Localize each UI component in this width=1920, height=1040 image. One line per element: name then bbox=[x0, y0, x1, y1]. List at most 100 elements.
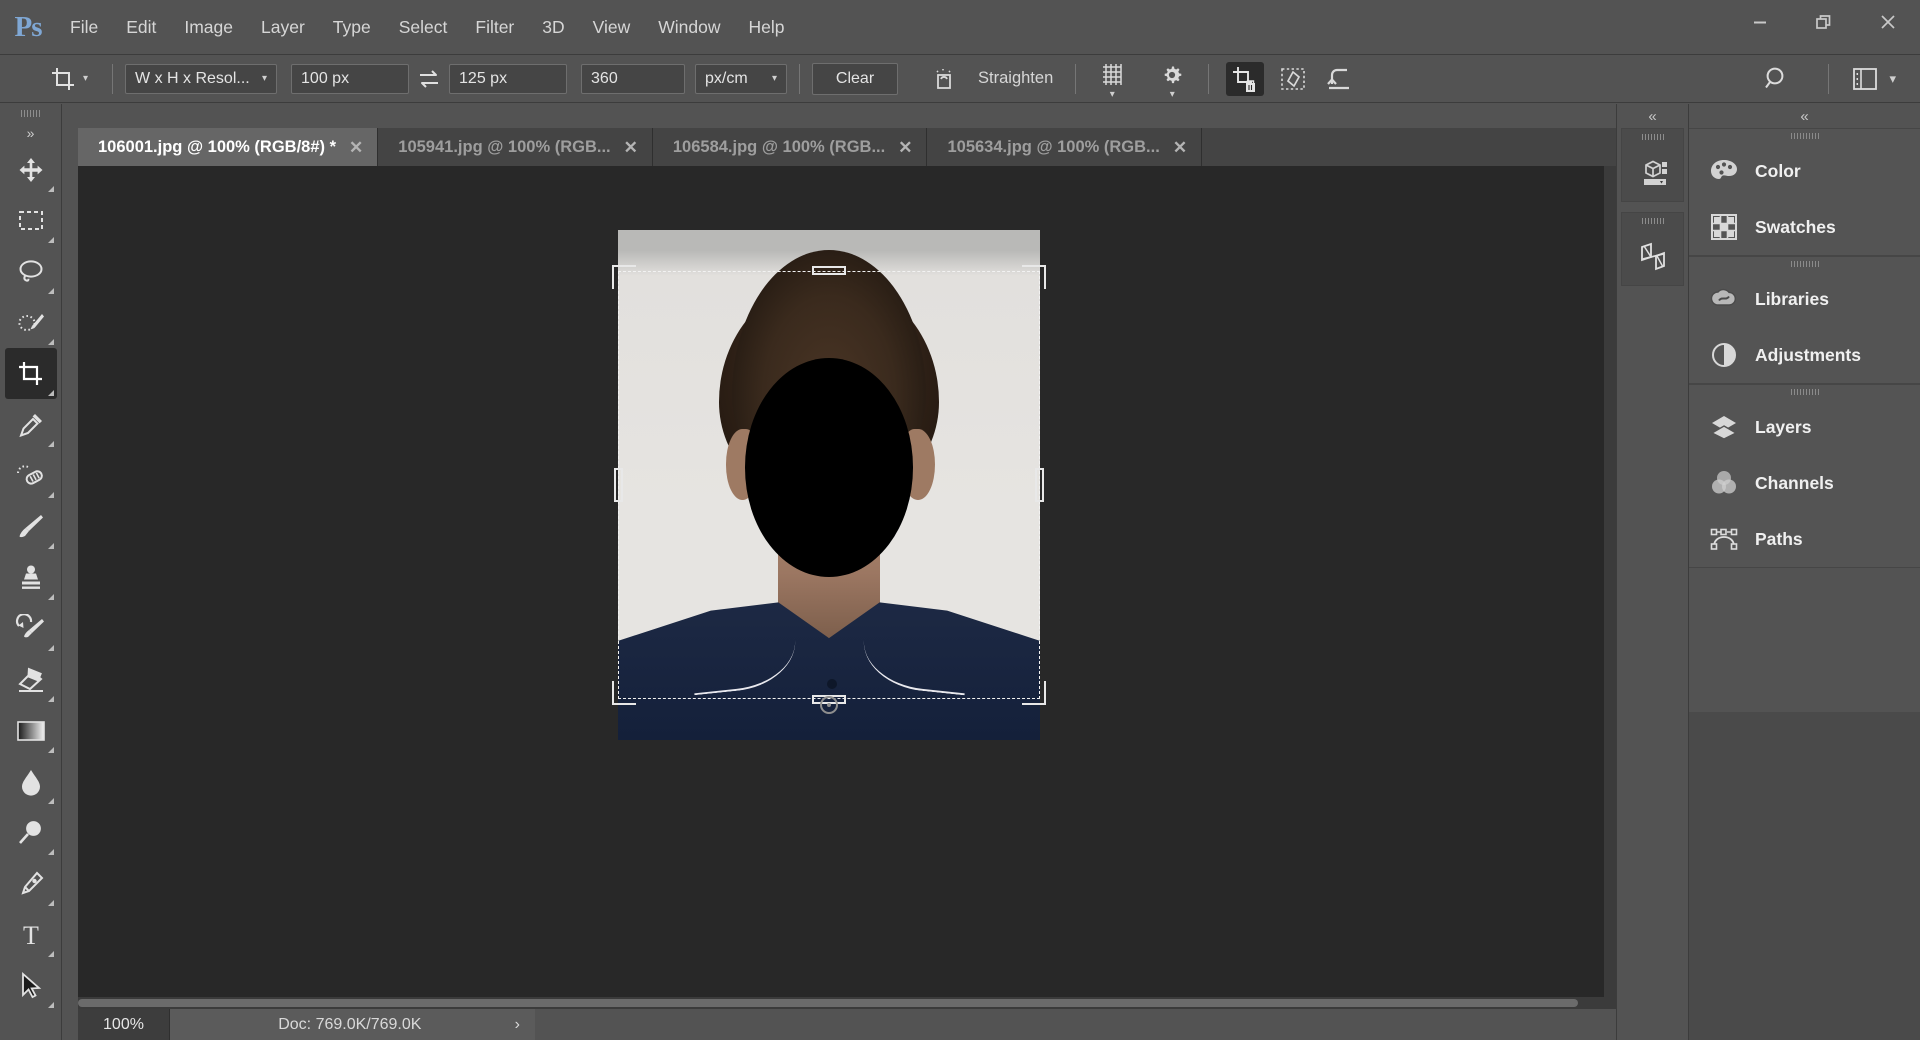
eyedropper-tool[interactable] bbox=[5, 399, 57, 450]
quick-selection-tool[interactable] bbox=[5, 297, 57, 348]
close-tab-icon[interactable]: ✕ bbox=[898, 139, 912, 156]
rail-collapse-button[interactable]: « bbox=[1617, 104, 1688, 128]
dock-grip[interactable] bbox=[1689, 385, 1920, 399]
paths-bezier-icon bbox=[1709, 524, 1739, 554]
close-tab-icon[interactable]: ✕ bbox=[624, 139, 638, 156]
active-tool-preset[interactable]: ▾ bbox=[50, 66, 100, 92]
status-expand-icon[interactable]: › bbox=[515, 1016, 520, 1034]
scrollbar-thumb[interactable] bbox=[78, 999, 1578, 1007]
panel-swatches[interactable]: Swatches bbox=[1689, 199, 1920, 255]
crop-tool[interactable] bbox=[4, 348, 57, 399]
crop-settings-button[interactable] bbox=[1153, 58, 1191, 92]
search-button[interactable] bbox=[1758, 62, 1796, 96]
document-tab[interactable]: 106001.jpg @ 100% (RGB/8#) * ✕ bbox=[78, 128, 379, 166]
document-tab-title: 105941.jpg @ 100% (RGB... bbox=[398, 137, 611, 156]
blur-tool[interactable] bbox=[5, 756, 57, 807]
crop-rotation-pivot[interactable] bbox=[820, 696, 838, 714]
crop-width-input[interactable]: 100 px bbox=[291, 63, 410, 94]
toolbar-grip[interactable] bbox=[0, 104, 61, 122]
panel-color[interactable]: Color bbox=[1689, 143, 1920, 199]
crop-handle-top-right[interactable] bbox=[1022, 264, 1046, 289]
workspace-switcher-button[interactable] bbox=[1846, 62, 1884, 96]
crop-height-input[interactable]: 125 px bbox=[449, 63, 568, 94]
dock-collapse-button[interactable]: « bbox=[1689, 104, 1920, 128]
document-image[interactable] bbox=[612, 230, 1046, 740]
gradient-tool[interactable] bbox=[5, 705, 57, 756]
tool-group-indicator bbox=[47, 339, 54, 345]
menu-layer[interactable]: Layer bbox=[247, 0, 319, 55]
clone-stamp-tool[interactable] bbox=[5, 552, 57, 603]
close-tab-icon[interactable]: ✕ bbox=[349, 139, 363, 156]
zoom-level-field[interactable]: 100% bbox=[78, 1009, 170, 1040]
healing-brush-tool[interactable] bbox=[5, 450, 57, 501]
expand-toolbar-icon[interactable]: » bbox=[0, 122, 61, 144]
crop-handle-middle-left[interactable] bbox=[614, 468, 623, 502]
menu-window[interactable]: Window bbox=[644, 0, 734, 55]
gradient-tool-icon bbox=[16, 720, 45, 741]
crop-handle-top-left[interactable] bbox=[612, 264, 636, 289]
menu-edit[interactable]: Edit bbox=[112, 0, 170, 55]
minimize-button[interactable] bbox=[1728, 0, 1792, 44]
move-tool-icon bbox=[19, 157, 42, 182]
quick-selection-tool-icon bbox=[17, 313, 44, 331]
document-info[interactable]: Doc: 769.0K/769.0K › bbox=[170, 1009, 535, 1040]
rail-grip[interactable] bbox=[1622, 129, 1683, 145]
menu-select[interactable]: Select bbox=[385, 0, 462, 55]
eraser-tool[interactable] bbox=[5, 654, 57, 705]
dock-grip[interactable] bbox=[1689, 129, 1920, 143]
menu-file[interactable]: File bbox=[56, 0, 112, 55]
dock-grip[interactable] bbox=[1689, 257, 1920, 271]
document-tab[interactable]: 105941.jpg @ 100% (RGB... ✕ bbox=[378, 128, 653, 166]
crop-settings-options[interactable]: ▾ bbox=[1148, 58, 1196, 100]
clear-crop-button[interactable]: Clear bbox=[812, 62, 899, 95]
panel-paths[interactable]: Paths bbox=[1689, 511, 1920, 567]
path-selection-tool[interactable] bbox=[5, 960, 57, 1011]
crop-overlay-grid-button[interactable] bbox=[1093, 58, 1131, 92]
straighten-button[interactable] bbox=[925, 62, 963, 96]
canvas-area[interactable] bbox=[78, 166, 1616, 1009]
menu-help[interactable]: Help bbox=[735, 0, 799, 55]
straighten-label[interactable]: Straighten bbox=[978, 69, 1053, 88]
horizontal-type-tool[interactable]: T bbox=[5, 909, 57, 960]
close-tab-icon[interactable]: ✕ bbox=[1173, 139, 1187, 156]
resolution-unit-select[interactable]: px/cm ▾ bbox=[695, 63, 788, 94]
crop-overlay-options[interactable]: ▾ bbox=[1088, 58, 1136, 100]
menu-filter[interactable]: Filter bbox=[461, 0, 528, 55]
pen-tool[interactable] bbox=[5, 858, 57, 909]
panel-channels[interactable]: Channels bbox=[1689, 455, 1920, 511]
close-button[interactable] bbox=[1856, 0, 1920, 44]
document-tab[interactable]: 105634.jpg @ 100% (RGB... ✕ bbox=[927, 128, 1203, 166]
type-tool-icon: T bbox=[23, 921, 39, 950]
document-tab-title: 106001.jpg @ 100% (RGB/8#) * bbox=[98, 137, 337, 156]
menu-3d[interactable]: 3D bbox=[528, 0, 578, 55]
delete-cropped-pixels-button[interactable] bbox=[1226, 61, 1265, 96]
options-separator bbox=[1208, 63, 1210, 94]
restore-button[interactable] bbox=[1792, 0, 1856, 44]
pattern-preview-button[interactable] bbox=[1622, 229, 1683, 285]
rectangular-marquee-tool[interactable] bbox=[5, 195, 57, 246]
panel-layers[interactable]: Layers bbox=[1689, 399, 1920, 455]
chevron-down-icon[interactable]: ▾ bbox=[1889, 71, 1896, 87]
document-tab[interactable]: 106584.jpg @ 100% (RGB... ✕ bbox=[652, 128, 928, 166]
swap-width-height-button[interactable] bbox=[409, 68, 449, 90]
move-tool[interactable] bbox=[5, 144, 57, 195]
crop-resolution-input[interactable]: 360 bbox=[581, 63, 686, 94]
menu-image[interactable]: Image bbox=[170, 0, 247, 55]
history-brush-tool[interactable] bbox=[5, 603, 57, 654]
3d-panel-button[interactable] bbox=[1622, 145, 1683, 201]
collapsed-panel-rail: « bbox=[1616, 104, 1688, 1040]
brush-tool[interactable] bbox=[5, 501, 57, 552]
crop-ratio-select[interactable]: W x H x Resol... ▾ bbox=[125, 63, 278, 94]
menu-view[interactable]: View bbox=[579, 0, 645, 55]
reset-crop-button[interactable] bbox=[1322, 62, 1360, 96]
menu-type[interactable]: Type bbox=[319, 0, 385, 55]
dodge-tool[interactable] bbox=[5, 807, 57, 858]
panel-adjustments[interactable]: Adjustments bbox=[1689, 327, 1920, 383]
lasso-tool[interactable] bbox=[5, 246, 57, 297]
canvas-vertical-scrollbar[interactable] bbox=[1604, 166, 1616, 1009]
panel-libraries[interactable]: Libraries bbox=[1689, 271, 1920, 327]
content-aware-fill-button[interactable] bbox=[1274, 62, 1312, 96]
rail-grip[interactable] bbox=[1622, 213, 1683, 229]
crop-handle-middle-right[interactable] bbox=[1035, 468, 1044, 502]
canvas-horizontal-scrollbar[interactable] bbox=[78, 997, 1616, 1009]
